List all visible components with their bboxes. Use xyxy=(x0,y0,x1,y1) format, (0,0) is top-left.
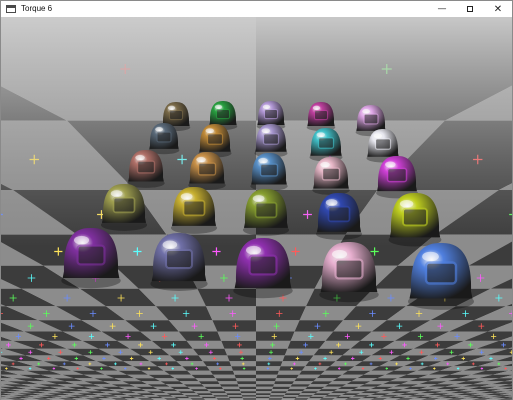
close-button[interactable]: ✕ xyxy=(484,1,512,17)
app-icon xyxy=(6,5,16,13)
window-title: Torque 6 xyxy=(21,4,53,13)
maximize-button[interactable] xyxy=(456,1,484,17)
minimize-button[interactable]: — xyxy=(428,1,456,17)
close-icon: ✕ xyxy=(493,3,503,15)
title-bar[interactable]: Torque 6 — ✕ xyxy=(1,1,512,18)
maximize-icon xyxy=(467,6,473,12)
minimize-icon: — xyxy=(437,4,447,14)
app-window: Torque 6 — ✕ xyxy=(0,0,513,400)
scene-canvas xyxy=(1,17,512,400)
render-viewport[interactable] xyxy=(1,17,512,400)
window-controls: — ✕ xyxy=(428,1,512,17)
